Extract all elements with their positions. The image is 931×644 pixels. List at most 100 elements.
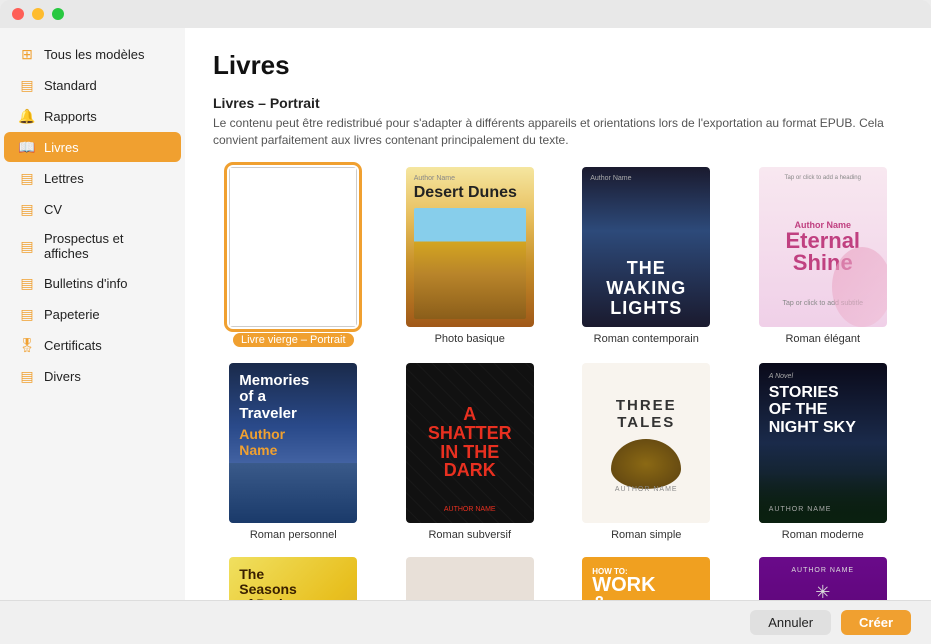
template-cover-roman-modern: A Novel STORIESOF THENIGHT SKY AUTHOR NA… <box>759 363 887 523</box>
bulletins-icon: ▤ <box>18 274 36 292</box>
sidebar-label-standard: Standard <box>44 78 97 93</box>
bottom-bar: Annuler Créer <box>0 600 931 644</box>
sidebar-item-prospectus[interactable]: ▤ Prospectus et affiches <box>4 225 181 267</box>
template-photo-basique[interactable]: Author Name Desert Dunes Photo basique <box>390 167 551 347</box>
cover-chem-author: AUTHOR NAME <box>791 567 854 574</box>
sidebar-item-certificats[interactable]: 🎖 Certificats <box>4 330 181 360</box>
sidebar-item-divers[interactable]: ▤ Divers <box>4 361 181 391</box>
template-label-blank: Livre vierge – Portrait <box>233 333 354 347</box>
sidebar-label-certificats: Certificats <box>44 338 102 353</box>
template-roman-modern[interactable]: A Novel STORIESOF THENIGHT SKY AUTHOR NA… <box>743 363 904 541</box>
template-cover-roman-elegant: Tap or click to add a heading Author Nam… <box>759 167 887 327</box>
sidebar-item-livres[interactable]: 📖 Livres <box>4 132 181 162</box>
livres-icon: 📖 <box>18 138 36 156</box>
template-label-roman-simple: Roman simple <box>611 529 681 541</box>
sidebar-label-divers: Divers <box>44 369 81 384</box>
main-layout: ⊞ Tous les modèles ▤ Standard 🔔 Rapports… <box>0 28 931 600</box>
cover-rs-author: AUTHOR NAME <box>444 506 496 513</box>
lettres-icon: ▤ <box>18 169 36 187</box>
sidebar-label-rapports: Rapports <box>44 109 97 124</box>
template-label-roman-contemp: Roman contemporain <box>594 333 699 345</box>
template-cover-seasons: TheSeasonsof Paris <box>229 557 357 600</box>
template-cover-roman-perso: Memoriesof aTraveler AuthorName <box>229 363 357 523</box>
cover-rm-trees <box>759 473 887 523</box>
sidebar-item-bulletins[interactable]: ▤ Bulletins d'info <box>4 268 181 298</box>
sidebar-item-lettres[interactable]: ▤ Lettres <box>4 163 181 193</box>
template-roman-elegant[interactable]: Tap or click to add a heading Author Nam… <box>743 167 904 347</box>
cover-sp-title: TheSeasonsof Paris <box>239 567 347 600</box>
sidebar-item-tous[interactable]: ⊞ Tous les modèles <box>4 39 181 69</box>
cover-rs2-nest <box>611 439 681 489</box>
minimize-button[interactable] <box>32 8 44 20</box>
cover-chem-icon: ✳ <box>815 582 830 600</box>
sidebar-item-rapports[interactable]: 🔔 Rapports <box>4 101 181 131</box>
certificats-icon: 🎖 <box>18 336 36 354</box>
template-label-photo-basique: Photo basique <box>435 333 505 345</box>
template-cover-puzzle <box>406 557 534 600</box>
cover-pb-author: Author Name <box>414 175 526 182</box>
template-blank[interactable]: Livre vierge – Portrait <box>213 167 374 347</box>
cover-rm-novel: A Novel <box>769 373 877 380</box>
template-cover-work-travel: HOW TO: WORK&TRAVEL <box>582 557 710 600</box>
sidebar-label-prospectus: Prospectus et affiches <box>44 231 167 261</box>
sidebar: ⊞ Tous les modèles ▤ Standard 🔔 Rapports… <box>0 28 185 600</box>
cover-rs2-title: THREE TALES <box>590 397 702 431</box>
cover-re-tap: Tap or click to add a heading <box>759 175 887 181</box>
template-roman-contemp[interactable]: Author Name THEWAKINGLIGHTS Roman contem… <box>566 167 727 347</box>
page-title: Livres <box>213 50 903 81</box>
cancel-button[interactable]: Annuler <box>750 610 831 635</box>
maximize-button[interactable] <box>52 8 64 20</box>
papeterie-icon: ▤ <box>18 305 36 323</box>
template-label-roman-subv: Roman subversif <box>428 529 511 541</box>
sidebar-item-standard[interactable]: ▤ Standard <box>4 70 181 100</box>
template-roman-perso[interactable]: Memoriesof aTraveler AuthorName Roman pe… <box>213 363 374 541</box>
template-puzzle[interactable]: Puzzles <box>390 557 551 600</box>
cover-rm-author: AUTHOR NAME <box>769 506 832 513</box>
sidebar-label-lettres: Lettres <box>44 171 84 186</box>
template-grid: Livre vierge – Portrait Author Name Dese… <box>213 167 903 600</box>
template-cover-photo-basique: Author Name Desert Dunes <box>406 167 534 327</box>
template-roman-simple[interactable]: THREE TALES AUTHOR NAME Roman simple <box>566 363 727 541</box>
template-label-roman-perso: Roman personnel <box>250 529 337 541</box>
cover-re-decoration <box>832 247 887 327</box>
create-button[interactable]: Créer <box>841 610 911 635</box>
template-seasons[interactable]: TheSeasonsof Paris Saisons de Paris <box>213 557 374 600</box>
grid-icon: ⊞ <box>18 45 36 63</box>
template-cover-roman-subv: ASHATTERIN THEDARK AUTHOR NAME <box>406 363 534 523</box>
cover-rp-subtitle: AuthorName <box>239 426 347 458</box>
cover-pb-desert-img <box>414 208 526 319</box>
template-roman-subv[interactable]: ASHATTERIN THEDARK AUTHOR NAME Roman sub… <box>390 363 551 541</box>
template-cover-blank <box>229 167 357 327</box>
template-chemistry[interactable]: AUTHOR NAME ✳ APPLIEDCHEMISTRY FIRST EDI… <box>743 557 904 600</box>
cover-rc-title: THEWAKINGLIGHTS <box>606 259 686 318</box>
cover-rm-title: STORIESOF THENIGHT SKY <box>769 384 877 437</box>
close-button[interactable] <box>12 8 24 20</box>
prospectus-icon: ▤ <box>18 237 36 255</box>
template-cover-roman-contemp: Author Name THEWAKINGLIGHTS <box>582 167 710 327</box>
cover-pb-title: Desert Dunes <box>414 184 526 202</box>
title-bar <box>0 0 931 28</box>
template-cover-chemistry: AUTHOR NAME ✳ APPLIEDCHEMISTRY FIRST EDI… <box>759 557 887 600</box>
content-area: Livres Livres – Portrait Le contenu peut… <box>185 28 931 600</box>
cover-rp-mountain <box>229 463 357 523</box>
sidebar-label-cv: CV <box>44 202 62 217</box>
section-description: Le contenu peut être redistribué pour s'… <box>213 115 903 149</box>
sidebar-item-papeterie[interactable]: ▤ Papeterie <box>4 299 181 329</box>
cover-wt-title: WORK&TRAVEL <box>592 576 700 600</box>
cv-icon: ▤ <box>18 200 36 218</box>
cover-rp-title: Memoriesof aTraveler <box>239 373 347 423</box>
sidebar-item-cv[interactable]: ▤ CV <box>4 194 181 224</box>
sidebar-label-livres: Livres <box>44 140 79 155</box>
cover-rs2-author: AUTHOR NAME <box>615 486 678 493</box>
rapports-icon: 🔔 <box>18 107 36 125</box>
template-work-travel[interactable]: HOW TO: WORK&TRAVEL Travail et voyage <box>566 557 727 600</box>
sidebar-label-papeterie: Papeterie <box>44 307 100 322</box>
cover-rs-title: ASHATTERIN THEDARK <box>428 405 512 481</box>
standard-icon: ▤ <box>18 76 36 94</box>
sidebar-label-tous: Tous les modèles <box>44 47 144 62</box>
cover-rc-author: Author Name <box>590 175 631 182</box>
section-title: Livres – Portrait <box>213 95 903 111</box>
divers-icon: ▤ <box>18 367 36 385</box>
sidebar-label-bulletins: Bulletins d'info <box>44 276 127 291</box>
template-label-roman-elegant: Roman élégant <box>785 333 860 345</box>
